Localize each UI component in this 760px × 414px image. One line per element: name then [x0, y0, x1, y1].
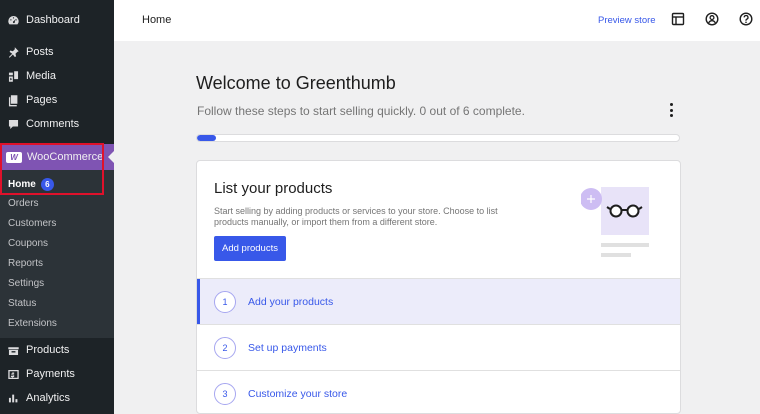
help-icon[interactable]	[739, 12, 753, 26]
sidebar-item-products[interactable]: Products	[0, 338, 114, 362]
current-menu-arrow	[108, 150, 115, 164]
page-header: Home Preview store	[114, 0, 760, 41]
sidebar-item-label: Pages	[26, 94, 58, 106]
woocommerce-submenu: Home 6 Orders Customers Coupons Reports …	[0, 170, 114, 338]
submenu-item-status[interactable]: Status	[8, 298, 36, 309]
setup-task-card: List your products Start selling by addi…	[196, 160, 681, 414]
task-title: List your products	[214, 180, 333, 197]
sidebar-item-label: Analytics	[26, 392, 71, 404]
preview-store-link[interactable]: Preview store	[598, 15, 656, 26]
media-icon	[6, 69, 20, 83]
payments-icon	[6, 367, 20, 381]
step-number: 2	[214, 336, 236, 359]
product-illustration-icon	[581, 187, 649, 257]
submenu-item-customers[interactable]: Customers	[8, 218, 56, 229]
step-number: 3	[214, 382, 236, 405]
sidebar-item-woocommerce[interactable]: W WooCommerce	[0, 144, 114, 170]
step-label: Set up payments	[248, 341, 327, 354]
submenu-item-settings[interactable]: Settings	[8, 278, 44, 289]
progress-fill	[197, 135, 217, 141]
submenu-item-reports[interactable]: Reports	[8, 258, 43, 269]
sidebar-item-pages[interactable]: Pages	[0, 88, 114, 112]
sidebar-item-label: Products	[26, 344, 70, 356]
notification-badge: 6	[40, 178, 54, 191]
submenu-item-home[interactable]: Home 6	[8, 178, 54, 191]
step-label: Add your products	[248, 295, 334, 308]
sidebar-item-payments[interactable]: Payments	[0, 362, 114, 386]
sidebar-item-comments[interactable]: Comments	[0, 112, 114, 136]
sidebar-item-label: Media	[26, 70, 56, 82]
sidebar-item-label: Comments	[26, 118, 80, 130]
sidebar-item-posts[interactable]: Posts	[0, 40, 114, 64]
layout-icon[interactable]	[671, 12, 685, 26]
admin-sidebar: Dashboard Posts Media Pages Comments W W…	[0, 0, 114, 414]
products-icon	[6, 343, 20, 357]
pin-icon	[6, 45, 20, 59]
submenu-item-orders[interactable]: Orders	[8, 198, 39, 209]
sidebar-item-label: Posts	[26, 46, 54, 58]
page-title: Home	[142, 14, 172, 26]
sidebar-item-analytics[interactable]: Analytics	[0, 386, 114, 410]
setup-progress-bar	[196, 134, 680, 142]
sidebar-item-label: WooCommerce	[27, 151, 104, 163]
dashboard-icon	[6, 13, 20, 27]
sidebar-item-label: Payments	[26, 368, 75, 380]
more-options-icon[interactable]	[666, 102, 676, 118]
submenu-item-extensions[interactable]: Extensions	[8, 318, 57, 329]
sidebar-item-dashboard[interactable]: Dashboard	[0, 8, 114, 32]
submenu-item-label: Home	[8, 179, 36, 190]
comment-icon	[6, 117, 20, 131]
analytics-icon	[6, 391, 20, 405]
task-step-customize-store[interactable]: 3 Customize your store	[197, 370, 680, 413]
submenu-item-coupons[interactable]: Coupons	[8, 238, 48, 249]
task-step-add-products[interactable]: 1 Add your products	[197, 278, 680, 324]
add-products-button[interactable]: Add products	[214, 236, 286, 261]
welcome-subtitle: Follow these steps to start selling quic…	[197, 104, 525, 118]
account-icon[interactable]	[705, 12, 719, 26]
welcome-title: Welcome to Greenthumb	[196, 73, 396, 93]
sidebar-item-label: Dashboard	[26, 14, 80, 26]
task-description: Start selling by adding products or serv…	[214, 206, 498, 227]
step-number: 1	[214, 290, 236, 313]
woocommerce-logo: W	[6, 151, 22, 163]
step-label: Customize your store	[248, 387, 348, 400]
sidebar-item-media[interactable]: Media	[0, 64, 114, 88]
task-step-set-up-payments[interactable]: 2 Set up payments	[197, 324, 680, 370]
pages-icon	[6, 93, 20, 107]
